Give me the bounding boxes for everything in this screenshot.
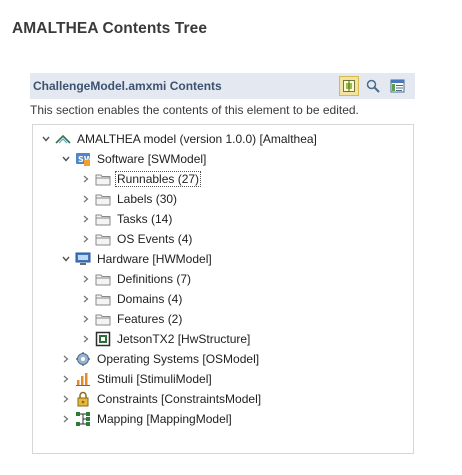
tree-item-definitions[interactable]: Definitions (7) [79,269,192,289]
tree-item-tasks[interactable]: Tasks (14) [79,209,173,229]
tree-item-label: OS Events (4) [117,232,193,246]
tree-item-labels[interactable]: Labels (30) [79,189,178,209]
contents-tree[interactable]: AMALTHEA model (version 1.0.0) [Amalthea… [32,124,414,454]
operating-system-icon [75,351,91,367]
tree-item-label: JetsonTX2 [HwStructure] [117,332,251,346]
tree-item-hardware[interactable]: Hardware [HWModel] [59,249,213,269]
chevron-right-icon[interactable] [59,369,73,389]
chevron-right-icon[interactable] [79,309,93,329]
tree-item-label: AMALTHEA model (version 1.0.0) [Amalthea… [77,132,317,146]
section-header: ChallengeModel.amxmi Contents [30,73,415,99]
search-button[interactable] [363,76,383,96]
tree-item-label: Labels (30) [117,192,178,206]
chevron-right-icon[interactable] [79,289,93,309]
folder-icon [95,171,111,187]
tree-item-label: Features (2) [117,312,183,326]
folder-icon [95,271,111,287]
chevron-down-icon[interactable] [59,249,73,269]
folder-icon [95,191,111,207]
chevron-right-icon[interactable] [59,389,73,409]
tree-item-domains[interactable]: Domains (4) [79,289,183,309]
tree-item-label: Stimuli [StimuliModel] [97,372,212,386]
chevron-down-icon[interactable] [39,129,53,149]
tree-item-os-events[interactable]: OS Events (4) [79,229,193,249]
section-title: ChallengeModel.amxmi Contents [33,79,222,93]
chevron-right-icon[interactable] [79,229,93,249]
mapping-icon [75,411,91,427]
folder-icon [95,211,111,227]
tree-item-root[interactable]: AMALTHEA model (version 1.0.0) [Amalthea… [39,129,318,149]
tree-item-label: Mapping [MappingModel] [97,412,232,426]
section-description: This section enables the contents of thi… [30,103,359,117]
link-with-editor-button[interactable] [339,76,359,96]
tree-item-label: Hardware [HWModel] [97,252,212,266]
tree-item-label: Runnables (27) [114,171,202,187]
section-toolbar [339,76,407,96]
amalthea-model-icon [55,131,71,147]
details-icon [390,79,404,93]
tree-item-runnables[interactable]: Runnables (27) [79,169,202,189]
chevron-right-icon[interactable] [79,329,93,349]
chevron-right-icon[interactable] [79,269,93,289]
chevron-right-icon[interactable] [79,189,93,209]
hw-structure-icon [95,331,111,347]
chevron-right-icon[interactable] [59,409,73,429]
chevron-down-icon[interactable] [59,149,73,169]
tree-item-stimuli[interactable]: Stimuli [StimuliModel] [59,369,213,389]
folder-icon [95,291,111,307]
search-icon [366,79,380,93]
stimuli-icon [75,371,91,387]
chevron-right-icon[interactable] [59,349,73,369]
tree-item-label: Constraints [ConstraintsModel] [97,392,262,406]
tree-item-label: Definitions (7) [117,272,192,286]
tree-item-label: Software [SWModel] [97,152,207,166]
constraints-icon [75,391,91,407]
tree-item-os[interactable]: Operating Systems [OSModel] [59,349,260,369]
tree-item-label: Tasks (14) [117,212,173,226]
tree-item-mapping[interactable]: Mapping [MappingModel] [59,409,233,429]
tree-item-features[interactable]: Features (2) [79,309,183,329]
tree-item-software[interactable]: SW Software [SWModel] [59,149,207,169]
chevron-right-icon[interactable] [79,169,93,189]
page-title: AMALTHEA Contents Tree [12,20,208,37]
tree-item-constraints[interactable]: Constraints [ConstraintsModel] [59,389,262,409]
tree-item-label: Domains (4) [117,292,183,306]
software-model-icon: SW [75,151,91,167]
hardware-model-icon [75,251,91,267]
chevron-right-icon[interactable] [79,209,93,229]
tree-item-jetson[interactable]: JetsonTX2 [HwStructure] [79,329,251,349]
link-with-editor-icon [343,80,355,92]
folder-icon [95,311,111,327]
tree-item-label: Operating Systems [OSModel] [97,352,260,366]
details-button[interactable] [387,76,407,96]
folder-icon [95,231,111,247]
